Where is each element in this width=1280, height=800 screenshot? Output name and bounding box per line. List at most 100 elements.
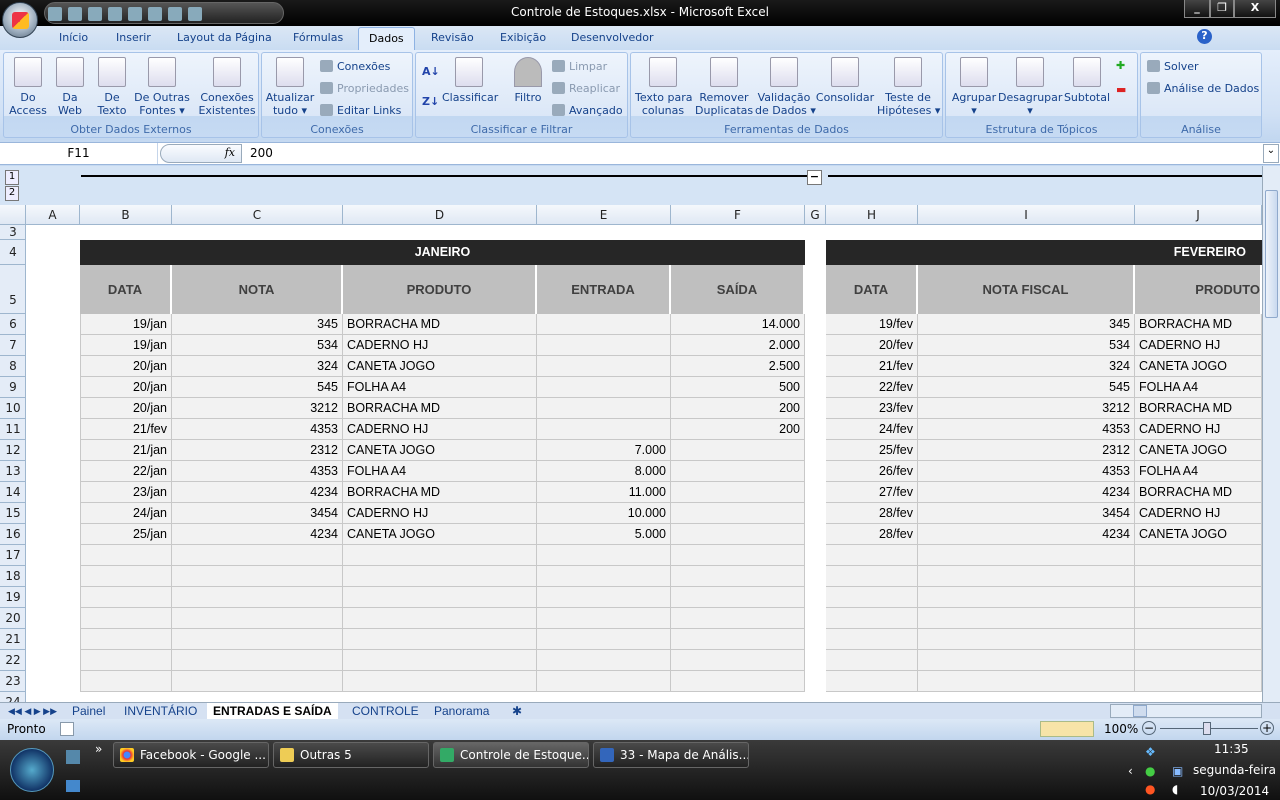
sheet-tab-entradas[interactable]: ENTRADAS E SAÍDA xyxy=(207,703,338,719)
janeiro-cell[interactable] xyxy=(671,566,805,587)
janeiro-cell[interactable]: 22/jan xyxy=(80,461,172,482)
sheet-tab-controle[interactable]: CONTROLE xyxy=(346,703,425,719)
conexoes-existentes-button[interactable]: Conexões Existentes xyxy=(198,57,256,117)
janeiro-cell[interactable]: CADERNO HJ xyxy=(343,419,537,440)
fevereiro-cell[interactable]: 28/fev xyxy=(826,503,918,524)
janeiro-cell[interactable]: 24/jan xyxy=(80,503,172,524)
fevereiro-cell[interactable]: BORRACHA MD xyxy=(1135,482,1262,503)
janeiro-cell[interactable]: 4353 xyxy=(172,419,343,440)
fevereiro-cell[interactable]: BORRACHA MD xyxy=(1135,314,1262,335)
dropbox-icon[interactable]: ❖ xyxy=(1145,745,1156,759)
fevereiro-cell[interactable]: 3454 xyxy=(918,503,1135,524)
janeiro-cell[interactable]: 4234 xyxy=(172,482,343,503)
janeiro-cell[interactable] xyxy=(80,566,172,587)
fevereiro-cell[interactable]: 534 xyxy=(918,335,1135,356)
propriedades-button[interactable]: Propriedades xyxy=(320,82,409,95)
janeiro-cell[interactable] xyxy=(343,587,537,608)
column-header-A[interactable]: A xyxy=(26,205,80,225)
janeiro-cell[interactable] xyxy=(537,335,671,356)
janeiro-cell[interactable] xyxy=(671,587,805,608)
janeiro-cell[interactable] xyxy=(537,587,671,608)
fevereiro-cell[interactable]: 28/fev xyxy=(826,524,918,545)
janeiro-cell[interactable] xyxy=(671,545,805,566)
row-header-5[interactable]: 5 xyxy=(0,265,25,314)
row-header-11[interactable]: 11 xyxy=(0,419,25,440)
janeiro-cell[interactable]: 534 xyxy=(172,335,343,356)
janeiro-cell[interactable] xyxy=(537,608,671,629)
sheet-tab-inventario[interactable]: INVENTÁRIO xyxy=(118,703,203,719)
janeiro-cell[interactable] xyxy=(343,608,537,629)
janeiro-cell[interactable]: CADERNO HJ xyxy=(343,503,537,524)
fevereiro-cell[interactable] xyxy=(918,566,1135,587)
row-header-15[interactable]: 15 xyxy=(0,503,25,524)
row-header-13[interactable]: 13 xyxy=(0,461,25,482)
column-header-D[interactable]: D xyxy=(343,205,537,225)
janeiro-cell[interactable] xyxy=(80,608,172,629)
janeiro-cell[interactable]: 10.000 xyxy=(537,503,671,524)
row-header-14[interactable]: 14 xyxy=(0,482,25,503)
column-header-B[interactable]: B xyxy=(80,205,172,225)
column-header-E[interactable]: E xyxy=(537,205,671,225)
janeiro-cell[interactable]: 25/jan xyxy=(80,524,172,545)
janeiro-header[interactable]: ENTRADA xyxy=(537,265,671,314)
tab-inicio[interactable]: Início xyxy=(59,31,88,44)
fevereiro-cell[interactable]: 545 xyxy=(918,377,1135,398)
sort-az-button[interactable]: A↓ xyxy=(422,65,440,78)
janeiro-cell[interactable] xyxy=(343,671,537,692)
janeiro-cell[interactable]: 2312 xyxy=(172,440,343,461)
janeiro-cell[interactable] xyxy=(671,503,805,524)
fevereiro-cell[interactable]: 4353 xyxy=(918,461,1135,482)
janeiro-cell[interactable] xyxy=(80,650,172,671)
sort-icon[interactable] xyxy=(108,7,122,21)
show-desktop-icon[interactable] xyxy=(66,750,80,764)
classificar-button[interactable]: Classificar xyxy=(442,57,498,104)
fevereiro-cell[interactable] xyxy=(1135,566,1262,587)
tab-exibicao[interactable]: Exibição xyxy=(500,31,546,44)
janeiro-cell[interactable]: BORRACHA MD xyxy=(343,482,537,503)
janeiro-cell[interactable] xyxy=(537,650,671,671)
network-icon[interactable]: ▣ xyxy=(1172,764,1183,778)
row-header-12[interactable]: 12 xyxy=(0,440,25,461)
fevereiro-cell[interactable] xyxy=(918,545,1135,566)
restore-button[interactable]: ❐ xyxy=(1210,0,1234,18)
grid-icon[interactable] xyxy=(188,7,202,21)
teste-hipoteses-button[interactable]: Teste de Hipóteses ▾ xyxy=(877,57,940,117)
janeiro-cell[interactable] xyxy=(537,671,671,692)
tab-formulas[interactable]: Fórmulas xyxy=(293,31,343,44)
tab-layout[interactable]: Layout da Página xyxy=(177,31,272,44)
janeiro-cell[interactable]: CANETA JOGO xyxy=(343,440,537,461)
de-texto-button[interactable]: De Texto xyxy=(92,57,132,117)
row-header-17[interactable]: 17 xyxy=(0,545,25,566)
conexoes-button[interactable]: Conexões xyxy=(320,60,390,73)
janeiro-cell[interactable]: 11.000 xyxy=(537,482,671,503)
insert-function-button[interactable]: fx xyxy=(160,144,242,163)
janeiro-cell[interactable] xyxy=(343,545,537,566)
scroll-thumb[interactable] xyxy=(1265,190,1278,318)
janeiro-cell[interactable] xyxy=(172,566,343,587)
taskbar-item-excel[interactable]: Controle de Estoque... xyxy=(433,742,589,768)
outline-level-2[interactable]: 2 xyxy=(5,186,19,201)
close-button[interactable]: X xyxy=(1234,0,1276,18)
janeiro-cell[interactable] xyxy=(343,629,537,650)
fevereiro-cell[interactable]: 19/fev xyxy=(826,314,918,335)
fevereiro-cell[interactable] xyxy=(1135,671,1262,692)
janeiro-cell[interactable]: 23/jan xyxy=(80,482,172,503)
janeiro-cell[interactable] xyxy=(172,608,343,629)
row-header-21[interactable]: 21 xyxy=(0,629,25,650)
janeiro-cell[interactable] xyxy=(343,566,537,587)
row-header-8[interactable]: 8 xyxy=(0,356,25,377)
janeiro-cell[interactable]: FOLHA A4 xyxy=(343,461,537,482)
fevereiro-cell[interactable]: 27/fev xyxy=(826,482,918,503)
show-detail-icon[interactable]: ✚ xyxy=(1116,59,1125,72)
janeiro-cell[interactable] xyxy=(80,545,172,566)
janeiro-cell[interactable]: 4234 xyxy=(172,524,343,545)
janeiro-cell[interactable]: 21/fev xyxy=(80,419,172,440)
fevereiro-cell[interactable]: 4353 xyxy=(918,419,1135,440)
subtotal-button[interactable]: Subtotal xyxy=(1062,57,1112,104)
insert-sheet-icon[interactable]: ✱ xyxy=(506,703,528,719)
limpar-button[interactable]: Limpar xyxy=(552,60,607,73)
row-header-7[interactable]: 7 xyxy=(0,335,25,356)
janeiro-cell[interactable] xyxy=(671,524,805,545)
desagrupar-button[interactable]: Desagrupar ▾ xyxy=(998,57,1062,117)
janeiro-cell[interactable]: 20/jan xyxy=(80,356,172,377)
